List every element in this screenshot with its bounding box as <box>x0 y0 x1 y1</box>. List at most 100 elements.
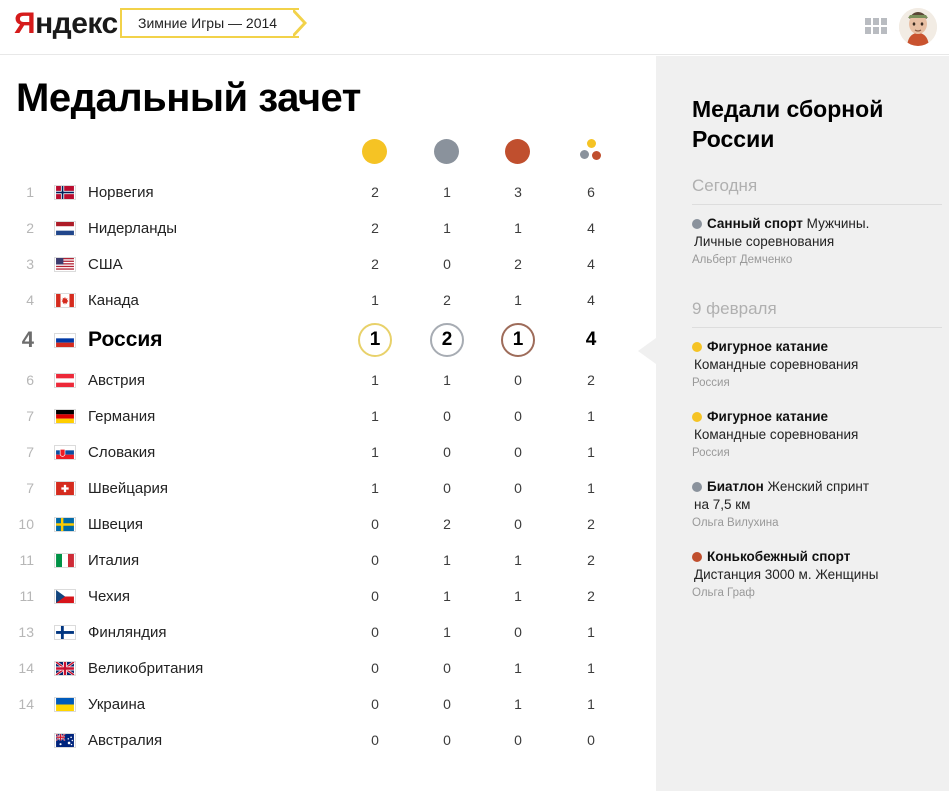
table-row[interactable]: 11 Италия 0 1 1 2 <box>0 542 656 578</box>
grid-cell <box>865 18 871 25</box>
medal-event-item[interactable]: Конькобежный спорт Дистанция 3000 м. Женщ… <box>692 548 942 602</box>
gold-count: 0 <box>371 552 379 568</box>
yandex-logo[interactable]: Яндекс <box>14 8 118 40</box>
total-count: 1 <box>587 660 595 676</box>
gold-count: 0 <box>371 588 379 604</box>
row-rank: 7 <box>26 444 34 460</box>
tab-label: Зимние Игры — 2014 <box>138 15 278 31</box>
event-discipline: Личные соревнования <box>694 234 835 249</box>
gold-count: 0 <box>371 516 379 532</box>
medal-event-item[interactable]: Фигурное катание Командные соревнования Ро… <box>692 408 942 462</box>
flag-icon-se <box>54 516 76 532</box>
bronze-count: 1 <box>514 696 522 712</box>
event-athlete: Ольга Вилухина <box>692 517 779 529</box>
bronze-count: 0 <box>514 480 522 496</box>
table-row[interactable]: Австралия 0 0 0 0 <box>0 722 656 758</box>
event-discipline: на 7,5 км <box>694 497 751 512</box>
bronze-count: 0 <box>514 732 522 748</box>
silver-medal-icon <box>692 482 702 492</box>
table-row[interactable]: 13 Финляндия 0 1 0 1 <box>0 614 656 650</box>
silver-count: 0 <box>443 660 451 676</box>
avatar[interactable] <box>899 8 937 46</box>
sidebar-pointer-notch <box>638 338 656 364</box>
event-sport: Фигурное катание <box>707 409 829 424</box>
event-headline: Фигурное катание <box>692 338 942 356</box>
bronze-count: 0 <box>514 516 522 532</box>
flag-icon-gb <box>54 660 76 676</box>
bronze-count: 1 <box>501 323 535 357</box>
total-count: 2 <box>587 372 595 388</box>
total-count: 1 <box>587 480 595 496</box>
table-row[interactable]: 14 Украина 0 0 1 1 <box>0 686 656 722</box>
logo-rest: ндекс <box>35 7 118 40</box>
table-row[interactable]: 4 Канада 1 2 1 4 <box>0 282 656 318</box>
event-discipline-inline: Женский спринт <box>767 479 870 494</box>
bronze-count: 0 <box>514 408 522 424</box>
row-rank: 14 <box>18 660 34 676</box>
total-count: 4 <box>587 292 595 308</box>
table-row[interactable]: 7 Словакия 1 0 0 1 <box>0 434 656 470</box>
gold-count: 2 <box>371 184 379 200</box>
table-row[interactable]: 11 Чехия 0 1 1 2 <box>0 578 656 614</box>
flag-icon-ca <box>54 292 76 308</box>
bronze-count: 0 <box>514 372 522 388</box>
tab-winter-games-2014[interactable]: Зимние Игры — 2014 <box>120 8 300 38</box>
total-count: 2 <box>587 588 595 604</box>
medal-event-item[interactable]: Фигурное катание Командные соревнования Ро… <box>692 338 942 392</box>
row-rank: 7 <box>26 408 34 424</box>
table-row[interactable]: 2 Нидерланды 2 1 1 4 <box>0 210 656 246</box>
total-gold-dot <box>587 139 596 148</box>
table-row[interactable]: 6 Австрия 1 1 0 2 <box>0 362 656 398</box>
row-rank: 7 <box>26 480 34 496</box>
silver-count: 0 <box>443 256 451 272</box>
country-name: Италия <box>88 551 140 569</box>
bronze-medal-icon <box>692 552 702 562</box>
table-row[interactable]: 7 Швейцария 1 0 0 1 <box>0 470 656 506</box>
event-athlete: Россия <box>692 447 730 459</box>
event-headline: Конькобежный спорт <box>692 548 942 566</box>
apps-grid-icon[interactable] <box>865 18 887 34</box>
event-athlete: Россия <box>692 377 730 389</box>
event-athlete: Альберт Демченко <box>692 254 793 266</box>
bronze-count: 3 <box>514 184 522 200</box>
gold-count: 2 <box>371 256 379 272</box>
row-rank: 4 <box>21 327 34 352</box>
country-name: Швейцария <box>88 479 169 497</box>
table-row[interactable]: 14 Великобритания 0 0 1 1 <box>0 650 656 686</box>
gold-medal-icon <box>692 342 702 352</box>
medal-event-item[interactable]: Биатлон Женский спринт на 7,5 км Ольга Вил… <box>692 478 942 532</box>
total-count: 4 <box>585 329 597 350</box>
flag-icon-ua <box>54 696 76 712</box>
table-row[interactable]: 10 Швеция 0 2 0 2 <box>0 506 656 542</box>
bronze-count: 1 <box>514 660 522 676</box>
row-rank: 1 <box>26 184 34 200</box>
flag-icon-at <box>54 372 76 388</box>
silver-count: 1 <box>443 220 451 236</box>
bronze-count: 1 <box>514 292 522 308</box>
silver-count: 1 <box>443 184 451 200</box>
bronze-count: 1 <box>514 552 522 568</box>
bronze-count: 0 <box>514 624 522 640</box>
silver-count: 0 <box>443 480 451 496</box>
gold-count: 1 <box>371 372 379 388</box>
country-name: Великобритания <box>88 659 204 677</box>
row-rank: 4 <box>26 292 34 308</box>
gold-count: 1 <box>371 480 379 496</box>
table-row[interactable]: 3 США 2 0 2 4 <box>0 246 656 282</box>
silver-count: 2 <box>430 323 464 357</box>
event-headline: Биатлон Женский спринт <box>692 478 942 496</box>
silver-count: 2 <box>443 292 451 308</box>
event-sport: Конькобежный спорт <box>707 549 851 564</box>
flag-icon-cz <box>54 588 76 604</box>
bronze-count: 2 <box>514 256 522 272</box>
table-row[interactable]: 7 Германия 1 0 0 1 <box>0 398 656 434</box>
medal-event-item[interactable]: Санный спорт Мужчины. Личные соревнования… <box>692 215 942 269</box>
total-count: 2 <box>587 516 595 532</box>
gold-count: 0 <box>371 732 379 748</box>
gold-count: 0 <box>371 624 379 640</box>
table-row[interactable]: 1 Норвегия 2 1 3 6 <box>0 174 656 210</box>
section-heading: 9 февраля <box>692 299 942 328</box>
table-row[interactable]: 4 Россия 1 2 1 4 <box>0 318 656 362</box>
gold-medal-icon <box>362 139 387 164</box>
gold-count: 1 <box>358 323 392 357</box>
